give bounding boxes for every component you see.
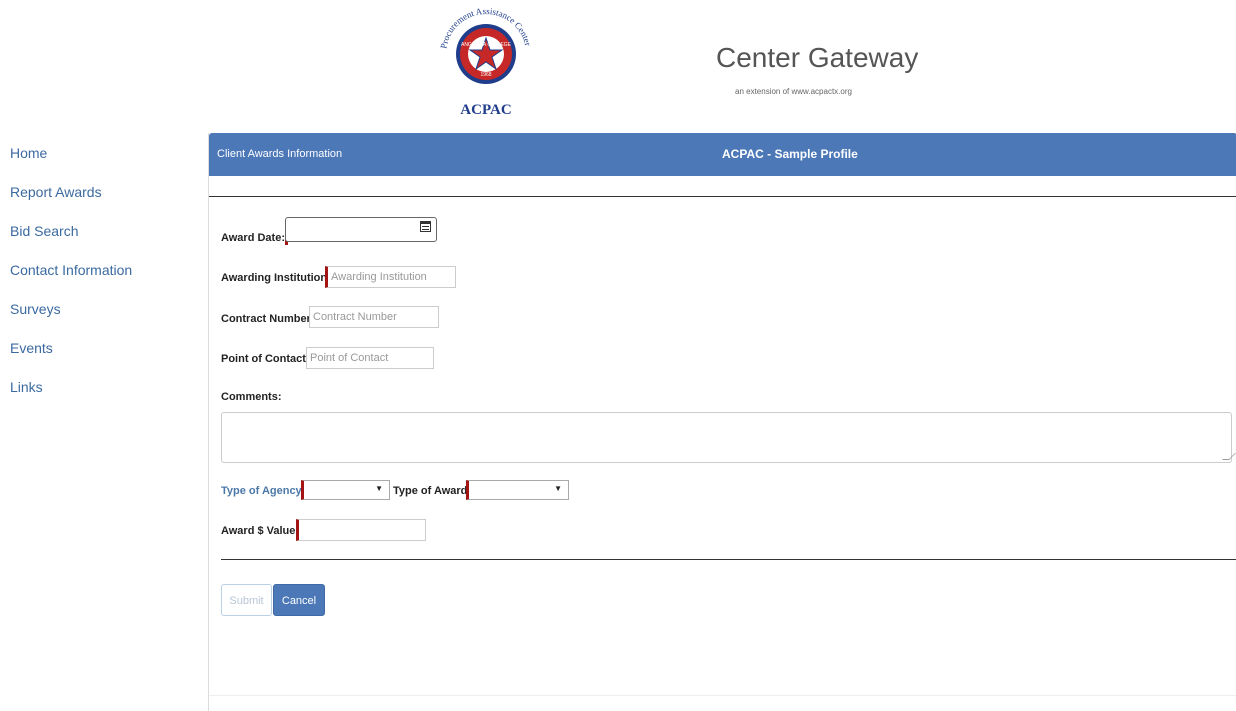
calendar-icon[interactable] [420,221,431,232]
site-title: Center Gateway [716,42,919,73]
sidebar-item-links[interactable]: Links [10,378,132,397]
sidebar-item-bid-search[interactable]: Bid Search [10,222,132,241]
sidebar-nav: Home Report Awards Bid Search Contact In… [10,144,132,417]
panel-header: Client Awards Information ACPAC - Sample… [209,133,1236,176]
awards-panel: Client Awards Information ACPAC - Sample… [208,133,1236,711]
panel-header-title: Client Awards Information [217,148,343,160]
comments-label: Comments: [221,391,282,403]
divider-bottom [221,559,1236,560]
type-of-award-select[interactable]: ▼ [466,480,569,500]
panel-footer-divider [209,695,1236,696]
acpac-logo: Procurement Assistance Center ANGELINA C… [438,0,534,118]
logo-year-text: 1968 [480,72,491,78]
comments-textarea[interactable] [221,412,1236,463]
awarding-institution-label: Awarding Institution: [221,272,331,284]
award-value-input[interactable] [296,519,426,541]
logo-college-text: ANGELINA COLLEGE [461,42,512,48]
point-of-contact-input[interactable]: Point of Contact [306,347,434,369]
award-date-input[interactable] [285,217,437,242]
type-of-award-label: Type of Award: [393,485,472,497]
site-subtitle: an extension of www.acpactx.org [735,87,852,96]
award-date-label: Award Date: [221,231,288,245]
panel-header-profile: ACPAC - Sample Profile [722,147,858,161]
dropdown-arrow-icon: ▼ [554,484,562,493]
type-of-agency-label: Type of Agency: [221,485,306,497]
dropdown-arrow-icon: ▼ [375,484,383,493]
resize-grip-icon[interactable] [1222,453,1236,460]
contract-number-label: Contract Number: [221,313,315,325]
sidebar-item-contact-information[interactable]: Contact Information [10,261,132,280]
point-of-contact-label: Point of Contact: [221,353,310,365]
award-value-label: Award $ Value: [221,525,300,537]
sidebar-item-surveys[interactable]: Surveys [10,300,132,319]
sidebar-item-events[interactable]: Events [10,339,132,358]
sidebar-item-home[interactable]: Home [10,144,132,163]
contract-number-input[interactable]: Contract Number [309,306,439,328]
sidebar-item-report-awards[interactable]: Report Awards [10,183,132,202]
type-of-agency-select[interactable]: ▼ [301,480,390,500]
submit-button[interactable]: Submit [221,584,272,616]
awarding-institution-input[interactable]: Awarding Institution [325,266,456,288]
logo-acronym-text: ACPAC [460,102,511,118]
cancel-button[interactable]: Cancel [273,584,325,616]
divider-top [209,196,1236,197]
